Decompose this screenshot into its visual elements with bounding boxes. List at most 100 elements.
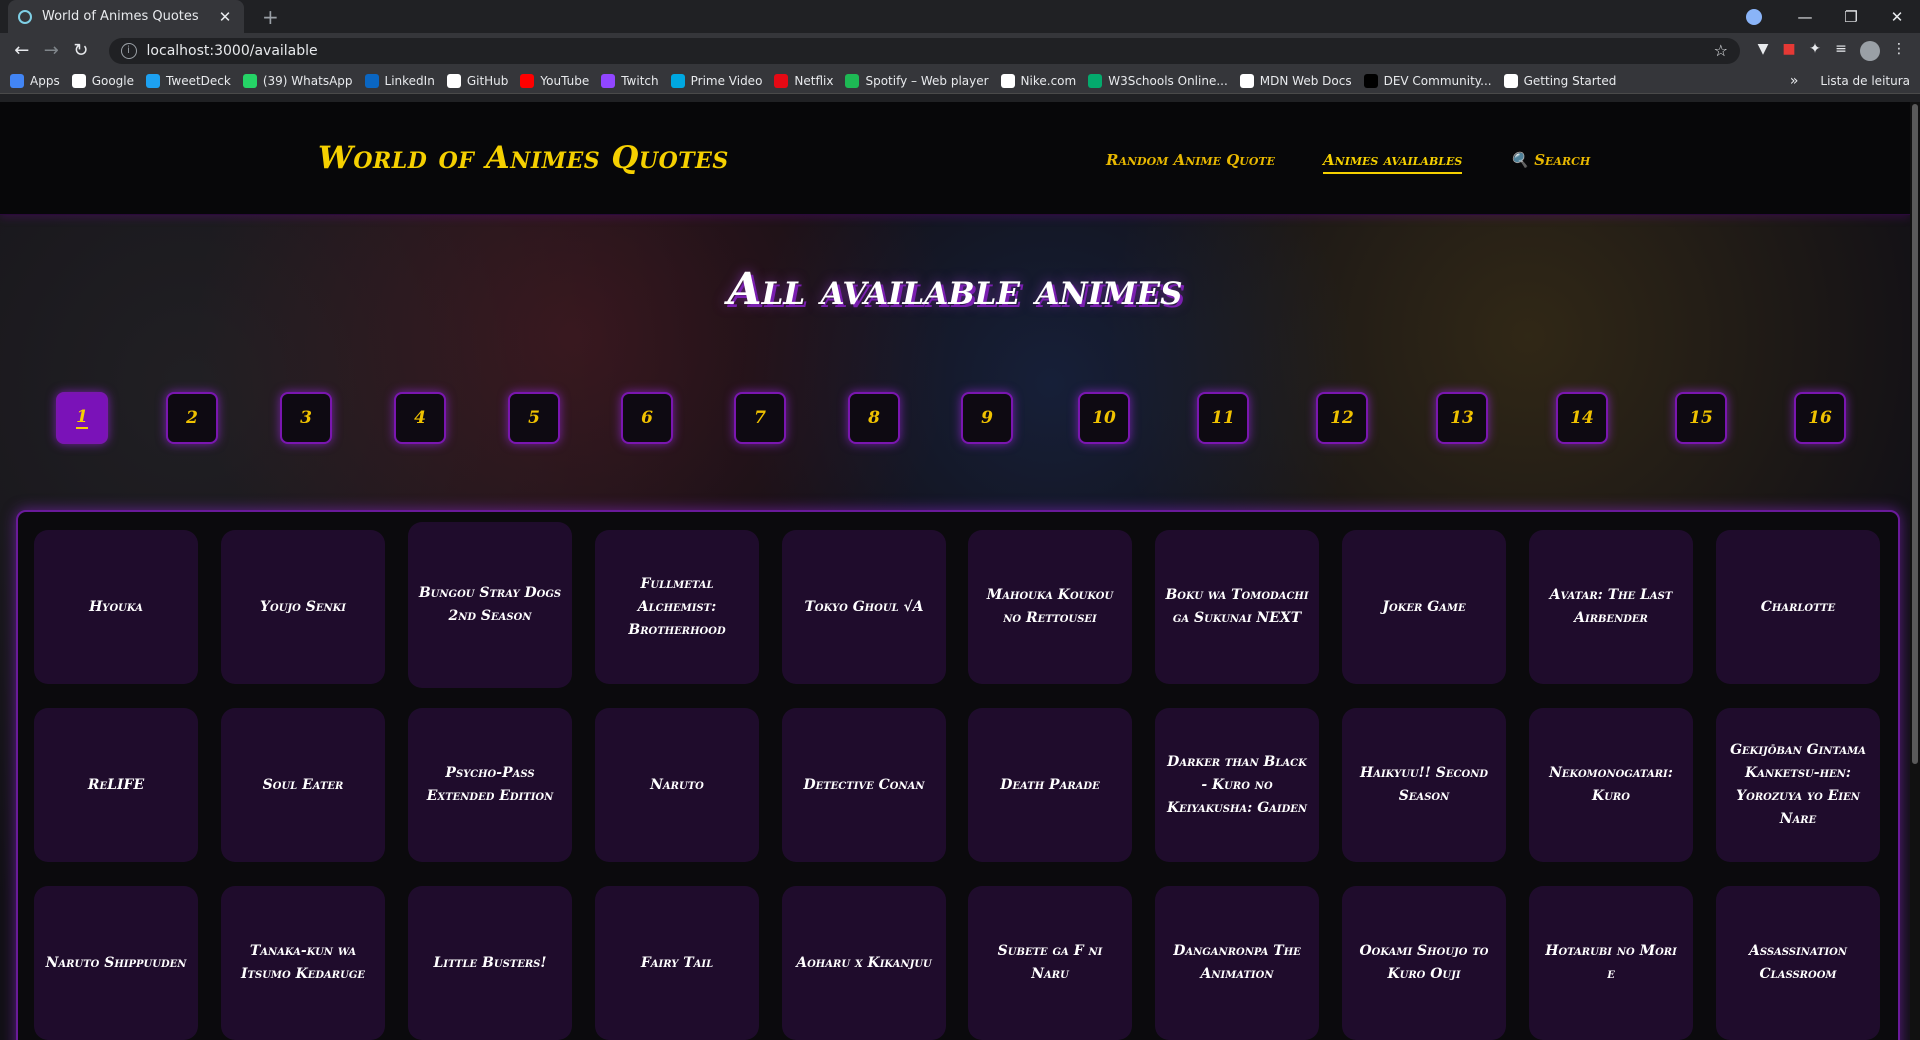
page-scrollbar[interactable] bbox=[1910, 102, 1920, 1040]
profile-avatar[interactable] bbox=[1860, 40, 1881, 61]
minimize-button[interactable]: — bbox=[1782, 8, 1828, 26]
anime-card[interactable]: Darker than Black - Kuro no Keiyakusha: … bbox=[1155, 708, 1319, 862]
nav-link[interactable]: 🔍 Search bbox=[1510, 151, 1590, 174]
bookmark-label: Apps bbox=[30, 73, 60, 88]
page-button[interactable]: 10 bbox=[1078, 392, 1130, 444]
bookmark-item[interactable]: LinkedIn bbox=[364, 73, 435, 88]
page-button[interactable]: 12 bbox=[1316, 392, 1368, 444]
nav-link[interactable]: Animes availables bbox=[1323, 151, 1463, 174]
anime-card[interactable]: Fairy Tail bbox=[595, 886, 759, 1040]
nav-link[interactable]: Random Anime Quote bbox=[1106, 151, 1275, 174]
bookmark-star-icon[interactable]: ☆ bbox=[1714, 41, 1728, 60]
bookmark-item[interactable]: (39) WhatsApp bbox=[242, 73, 353, 88]
url-text[interactable]: localhost:3000/available bbox=[147, 43, 1714, 59]
page-number: 2 bbox=[186, 408, 198, 428]
anime-card[interactable]: Ookami Shoujo to Kuro Ouji bbox=[1342, 886, 1506, 1040]
bookmark-item[interactable]: GitHub bbox=[446, 73, 508, 88]
browser-tab[interactable]: World of Animes Quotes ✕ bbox=[8, 0, 244, 33]
anime-card[interactable]: Assassination Classroom bbox=[1716, 886, 1880, 1040]
reading-list-button[interactable]: Lista de leitura bbox=[1820, 74, 1910, 88]
anime-card[interactable]: Tanaka-kun wa Itsumo Kedaruge bbox=[221, 886, 385, 1040]
close-window-button[interactable]: ✕ bbox=[1874, 8, 1920, 26]
bookmark-item[interactable]: MDN Web Docs bbox=[1239, 73, 1352, 88]
extensions-puzzle-icon[interactable]: ✦ bbox=[1802, 41, 1828, 61]
anime-card[interactable]: Fullmetal Alchemist: Brotherhood bbox=[595, 530, 759, 684]
anime-card[interactable]: Avatar: The Last Airbender bbox=[1529, 530, 1693, 684]
bookmark-item[interactable]: Nike.com bbox=[1000, 73, 1076, 88]
new-tab-button[interactable]: + bbox=[262, 5, 279, 29]
anime-card[interactable]: Soul Eater bbox=[221, 708, 385, 862]
address-bar[interactable]: i localhost:3000/available ☆ bbox=[108, 37, 1741, 64]
anime-card[interactable]: Subete ga F ni Naru bbox=[968, 886, 1132, 1040]
anime-card[interactable]: Haikyuu!! Second Season bbox=[1342, 708, 1506, 862]
anime-card[interactable]: Youjo Senki bbox=[221, 530, 385, 684]
page-button[interactable]: 4 bbox=[394, 392, 446, 444]
anime-card[interactable]: Joker Game bbox=[1342, 530, 1506, 684]
page-button[interactable]: 11 bbox=[1197, 392, 1249, 444]
more-bookmarks-icon[interactable]: » bbox=[1790, 73, 1799, 89]
anime-grid: Hyouka Youjo Senki Bungou Stray Dogs 2nd S… bbox=[16, 510, 1900, 1040]
scrollbar-thumb[interactable] bbox=[1912, 104, 1918, 764]
page-button[interactable]: 5 bbox=[508, 392, 560, 444]
extension-red-icon[interactable]: ■ bbox=[1776, 41, 1802, 61]
bookmark-item[interactable]: Spotify – Web player bbox=[845, 73, 989, 88]
bookmark-item[interactable]: DEV Community... bbox=[1363, 73, 1492, 88]
anime-card[interactable]: Naruto Shippuuden bbox=[34, 886, 198, 1040]
bookmark-favicon-icon bbox=[670, 73, 685, 88]
bookmark-item[interactable]: Prime Video bbox=[670, 73, 763, 88]
bookmark-label: Prime Video bbox=[690, 73, 763, 88]
bookmark-item[interactable]: YouTube bbox=[520, 73, 589, 88]
bookmark-label: W3Schools Online... bbox=[1108, 73, 1228, 88]
site-info-icon[interactable]: i bbox=[120, 42, 137, 59]
profile-indicator-icon[interactable] bbox=[1746, 8, 1762, 25]
anime-card[interactable]: Death Parade bbox=[968, 708, 1132, 862]
browser-menu-icon[interactable]: ⋮ bbox=[1886, 41, 1912, 61]
anime-title: Hotarubi no Mori e bbox=[1545, 943, 1677, 982]
forward-button[interactable]: → bbox=[38, 40, 66, 61]
anime-card[interactable]: Hyouka bbox=[34, 530, 198, 684]
bookmark-favicon-icon bbox=[1000, 73, 1015, 88]
anime-card[interactable]: Nekomonogatari: Kuro bbox=[1529, 708, 1693, 862]
anime-card[interactable]: Charlotte bbox=[1716, 530, 1880, 684]
page-button[interactable]: 9 bbox=[961, 392, 1013, 444]
bookmark-item[interactable]: Twitch bbox=[601, 73, 659, 88]
bookmark-item[interactable]: W3Schools Online... bbox=[1088, 73, 1228, 88]
anime-card[interactable]: ReLIFE bbox=[34, 708, 198, 862]
vue-devtools-icon[interactable]: ▼ bbox=[1750, 41, 1776, 61]
page-button[interactable]: 8 bbox=[848, 392, 900, 444]
anime-card[interactable]: Hotarubi no Mori e bbox=[1529, 886, 1693, 1040]
anime-card[interactable]: Little Busters! bbox=[408, 886, 572, 1040]
anime-card[interactable]: Tokyo Ghoul √A bbox=[782, 530, 946, 684]
page-button[interactable]: 2 bbox=[166, 392, 218, 444]
page-number: 3 bbox=[300, 408, 312, 428]
anime-card[interactable]: Psycho-Pass Extended Edition bbox=[408, 708, 572, 862]
bookmark-item[interactable]: Google bbox=[71, 73, 134, 88]
site-title[interactable]: World of Animes Quotes bbox=[318, 140, 729, 176]
page-button[interactable]: 3 bbox=[280, 392, 332, 444]
anime-card[interactable]: Danganronpa The Animation bbox=[1155, 886, 1319, 1040]
page-button[interactable]: 15 bbox=[1675, 392, 1727, 444]
page-button[interactable]: 7 bbox=[734, 392, 786, 444]
anime-card[interactable]: Boku wa Tomodachi ga Sukunai NEXT bbox=[1155, 530, 1319, 684]
bookmark-item[interactable]: Apps bbox=[10, 73, 60, 88]
bookmark-item[interactable]: TweetDeck bbox=[146, 73, 231, 88]
anime-card[interactable]: Gekijōban Gintama Kanketsu-hen: Yorozuya… bbox=[1716, 708, 1880, 862]
close-tab-icon[interactable]: ✕ bbox=[216, 8, 234, 26]
main-nav: Random Anime Quote Animes availables 🔍 Sea… bbox=[1106, 151, 1638, 174]
anime-card[interactable]: Mahouka Koukou no Rettousei bbox=[968, 530, 1132, 684]
anime-card[interactable]: Aoharu x Kikanjuu bbox=[782, 886, 946, 1040]
bookmark-item[interactable]: Netflix bbox=[774, 73, 833, 88]
restore-button[interactable]: ❐ bbox=[1828, 8, 1874, 26]
page-button[interactable]: 13 bbox=[1436, 392, 1488, 444]
anime-card[interactable]: Detective Conan bbox=[782, 708, 946, 862]
page-button[interactable]: 16 bbox=[1794, 392, 1846, 444]
page-button[interactable]: 6 bbox=[621, 392, 673, 444]
page-button[interactable]: 14 bbox=[1556, 392, 1608, 444]
bookmark-item[interactable]: Getting Started bbox=[1503, 73, 1616, 88]
reload-button[interactable]: ↻ bbox=[67, 40, 95, 61]
anime-card[interactable]: Naruto bbox=[595, 708, 759, 862]
back-button[interactable]: ← bbox=[8, 40, 36, 61]
anime-card[interactable]: Bungou Stray Dogs 2nd Season bbox=[408, 522, 572, 688]
media-controls-icon[interactable]: ≡ bbox=[1828, 41, 1854, 61]
page-button[interactable]: 1 bbox=[56, 392, 108, 444]
